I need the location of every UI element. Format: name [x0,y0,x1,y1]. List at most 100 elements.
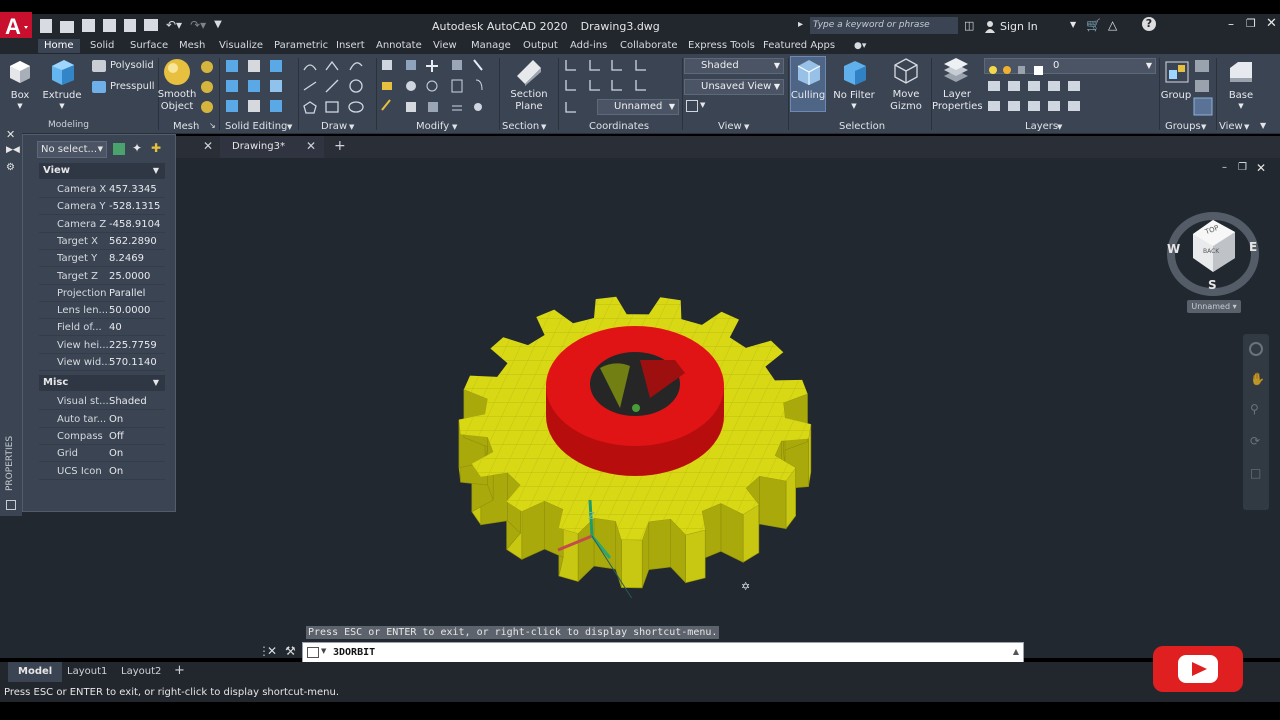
layer-properties-button[interactable]: Layer Properties [932,89,983,113]
extrude-icon[interactable] [48,56,76,86]
property-value[interactable]: 50.0000 [109,302,150,319]
sign-in-dropdown-icon[interactable]: ▼ [1070,20,1076,29]
publish-icon[interactable] [124,19,136,32]
connect-icon[interactable]: △ [1108,18,1117,32]
property-row[interactable]: View wid... 570.1140 [39,354,165,371]
compass-west[interactable]: W [1167,242,1180,256]
tab-express-tools[interactable]: Express Tools [688,39,755,53]
restore-icon[interactable]: ❐ [1246,17,1256,30]
property-row[interactable]: Camera Z -458.9104 [39,216,165,233]
cart-icon[interactable]: 🛒 [1086,18,1101,32]
tab-insert[interactable]: Insert [336,39,365,53]
property-value[interactable]: -458.9104 [109,216,160,233]
ribbon-options-icon[interactable]: ●▾ [854,39,866,53]
tab-surface[interactable]: Surface [130,39,168,53]
group-icon[interactable] [1164,58,1190,84]
property-value[interactable]: Off [109,428,124,445]
no-filter-dropdown-icon[interactable]: ▼ [831,100,877,112]
panel-mesh-launcher-icon[interactable]: ↘ [209,121,216,130]
tab-view[interactable]: View [433,39,457,53]
property-value[interactable]: 562.2890 [109,233,157,250]
base-view-icon[interactable] [1228,58,1254,84]
panel-draw[interactable]: Draw [321,121,347,132]
close-tab-icon[interactable]: ✕ [306,139,316,153]
minimize-icon[interactable]: – [1228,17,1234,31]
group-button[interactable]: Group [1158,90,1194,102]
property-value[interactable]: On [109,445,123,462]
tab-mesh[interactable]: Mesh [179,39,205,53]
property-row[interactable]: Lens len... 50.0000 [39,302,165,320]
property-row[interactable]: Visual st... Shaded [39,393,165,411]
toggle-pickadd-icon[interactable] [113,143,125,155]
presspull-button[interactable]: Presspull [110,81,155,92]
property-row[interactable]: Projection Parallel [39,285,165,302]
panel-modify[interactable]: Modify [416,121,449,132]
binoculars-icon[interactable]: ◫ [964,19,974,32]
panel-coordinates[interactable]: Coordinates [589,121,649,132]
new-layout-icon[interactable]: + [174,663,185,678]
section-plane-button[interactable]: Section Plane [508,89,550,113]
navigation-bar[interactable]: ✋ ⚲ ⟳ □ [1243,334,1269,510]
orbit-icon[interactable]: ⟳ [1250,434,1260,448]
file-tab-drawing3[interactable]: Drawing3* ✕ [220,136,324,158]
search-arrow-icon[interactable]: ▸ [798,19,803,30]
property-value[interactable]: Shaded [109,393,147,410]
compass-east[interactable]: E [1249,240,1257,254]
showmotion-icon[interactable]: □ [1250,466,1261,480]
command-history-toggle-icon[interactable]: ▲ [1013,647,1019,656]
tab-add-ins[interactable]: Add-ins [570,39,607,53]
box-icon[interactable] [7,58,33,84]
zoom-icon[interactable]: ⚲ [1250,402,1259,416]
property-row[interactable]: Auto tar... On [39,411,165,428]
property-value[interactable]: 225.7759 [109,337,157,354]
undo-icon[interactable]: ↶▾ [166,19,182,33]
smooth-object-button[interactable]: Smooth Object [157,89,197,113]
panel-view-2[interactable]: View [1219,121,1243,132]
properties-sheet-icon[interactable] [6,500,16,510]
pan-icon[interactable]: ✋ [1250,372,1265,386]
property-row[interactable]: Camera X 457.3345 [39,181,165,198]
visual-style-combo[interactable]: Shaded ▼ [684,58,784,74]
save-icon[interactable] [82,19,95,32]
autocad-logo-icon[interactable]: A [0,12,32,40]
category-view[interactable]: View ▼ [39,163,165,179]
collapse-icon[interactable]: ▼ [153,375,159,391]
property-row[interactable]: Compass Off [39,428,165,445]
panel-section[interactable]: Section [502,121,539,132]
tab-model[interactable]: Model [8,662,63,682]
modify-tools[interactable] [380,58,496,118]
command-customize-icon[interactable]: ⚒ [285,644,296,658]
solid-editing-tools[interactable] [224,58,294,118]
property-value[interactable]: 8.2469 [109,250,144,267]
search-input[interactable]: Type a keyword or phrase [810,17,958,34]
gear-model[interactable] [440,248,830,598]
command-close-icon[interactable]: ✕ [267,644,277,658]
property-row[interactable]: UCS Icon On [39,463,165,480]
property-row[interactable]: View hei... 225.7759 [39,337,165,354]
close-icon[interactable]: ✕ [1266,16,1277,31]
group-tools[interactable] [1193,58,1213,118]
tab-layout2[interactable]: Layout2 [121,666,161,677]
panel-solid-editing[interactable]: Solid Editing [225,121,287,132]
tab-output[interactable]: Output [523,39,558,53]
panel-mesh[interactable]: Mesh [173,121,199,132]
category-misc[interactable]: Misc ▼ [39,375,165,392]
property-row[interactable]: Target Z 25.0000 [39,268,165,285]
command-input[interactable]: ▼ 3DORBIT ▲ [302,642,1024,664]
culling-button[interactable]: Culling [789,90,827,102]
new-file-icon[interactable] [40,19,52,33]
compass-south[interactable]: S [1208,278,1217,292]
property-value[interactable]: -528.1315 [109,198,160,215]
draw-tools[interactable] [302,58,372,118]
layer-properties-icon[interactable] [942,58,970,86]
named-view-combo[interactable]: Unsaved View ▼ [684,79,784,95]
panel-view[interactable]: View [718,121,742,132]
tab-solid[interactable]: Solid [90,39,114,53]
tab-home[interactable]: Home [38,39,80,53]
property-value[interactable]: On [109,411,123,428]
panel-groups[interactable]: Groups [1165,121,1201,132]
print-icon[interactable] [144,19,158,31]
property-row[interactable]: Field of... 40 [39,319,165,337]
ucs-menu[interactable]: Unnamed ▾ [1187,300,1241,313]
property-value[interactable]: 570.1140 [109,354,157,371]
